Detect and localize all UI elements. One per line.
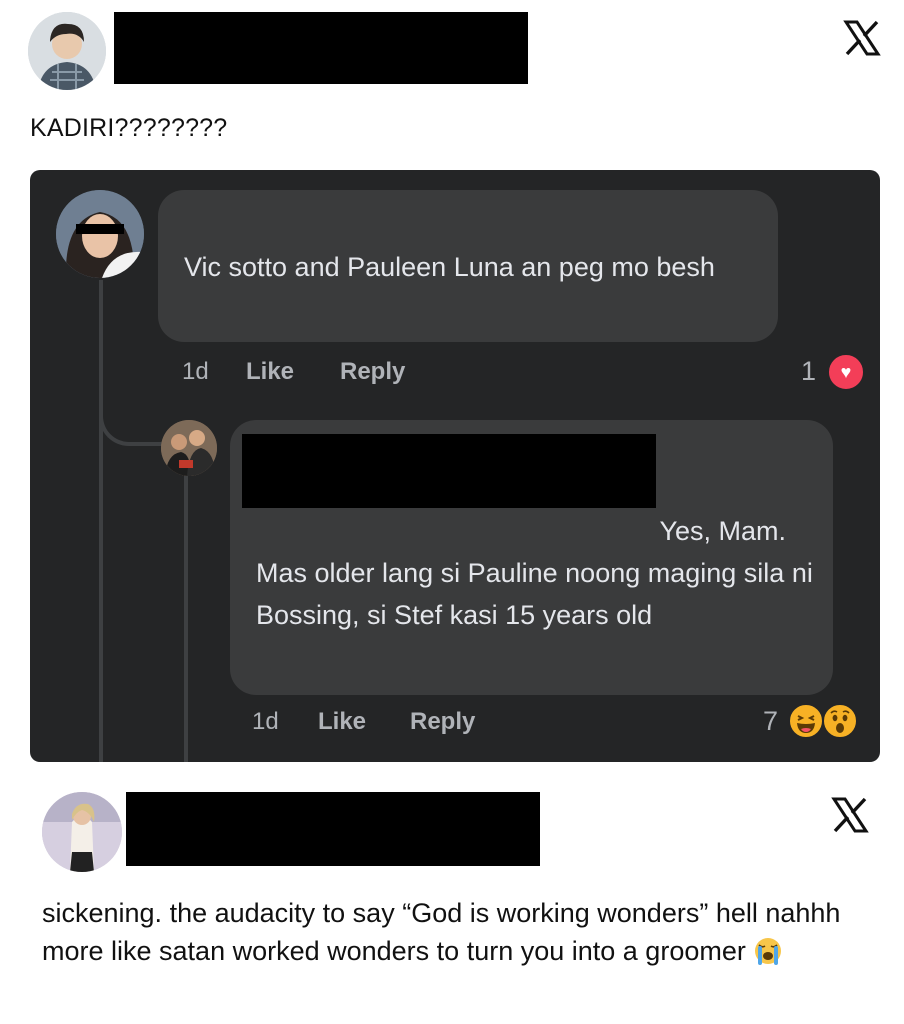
reaction-count[interactable]: 1 xyxy=(801,356,816,387)
comment-screenshot: Vic sotto and Pauleen Luna an peg mo bes… xyxy=(30,170,880,762)
post-2-text-content: sickening. the audacity to say “God is w… xyxy=(42,898,841,966)
x-logo-icon xyxy=(830,795,870,835)
reply-text: Mas older lang si Pauline noong maging s… xyxy=(256,558,813,630)
reaction-count[interactable]: 7 xyxy=(763,706,778,737)
post-2-avatar[interactable] xyxy=(42,792,122,872)
reply-bubble: Yes, Mam. Mas older lang si Pauline noon… xyxy=(230,420,833,695)
thread-connector xyxy=(99,380,165,446)
username-redaction xyxy=(114,12,528,84)
post-2-text: sickening. the audacity to say “God is w… xyxy=(42,894,882,970)
comment-text: Vic sotto and Pauleen Luna an peg mo bes… xyxy=(184,252,715,282)
comment-timestamp: 1d xyxy=(182,358,209,385)
haha-reaction-icon xyxy=(788,703,824,739)
thread-line xyxy=(99,280,103,762)
reply-button[interactable]: Reply xyxy=(340,358,405,386)
reply-thread-line xyxy=(184,475,188,762)
reply-first-line: Yes, Mam. xyxy=(659,516,786,546)
x-logo-icon xyxy=(842,18,882,58)
commenter-avatar[interactable] xyxy=(56,190,144,278)
reply-timestamp: 1d xyxy=(252,708,279,735)
wow-reaction-icon xyxy=(822,703,858,739)
reply-button[interactable]: Reply xyxy=(410,708,475,736)
replier-avatar[interactable] xyxy=(161,420,217,476)
post-1-text: KADIRI???????? xyxy=(30,114,228,142)
comment-bubble: Vic sotto and Pauleen Luna an peg mo bes… xyxy=(158,190,778,342)
post-1-avatar[interactable] xyxy=(28,12,106,90)
loudly-crying-face-icon xyxy=(753,936,783,966)
name-redaction xyxy=(242,434,656,508)
like-button[interactable]: Like xyxy=(318,708,366,736)
like-button[interactable]: Like xyxy=(246,358,294,386)
username-redaction xyxy=(126,792,540,866)
heart-reaction-icon: ♥ xyxy=(827,353,865,391)
